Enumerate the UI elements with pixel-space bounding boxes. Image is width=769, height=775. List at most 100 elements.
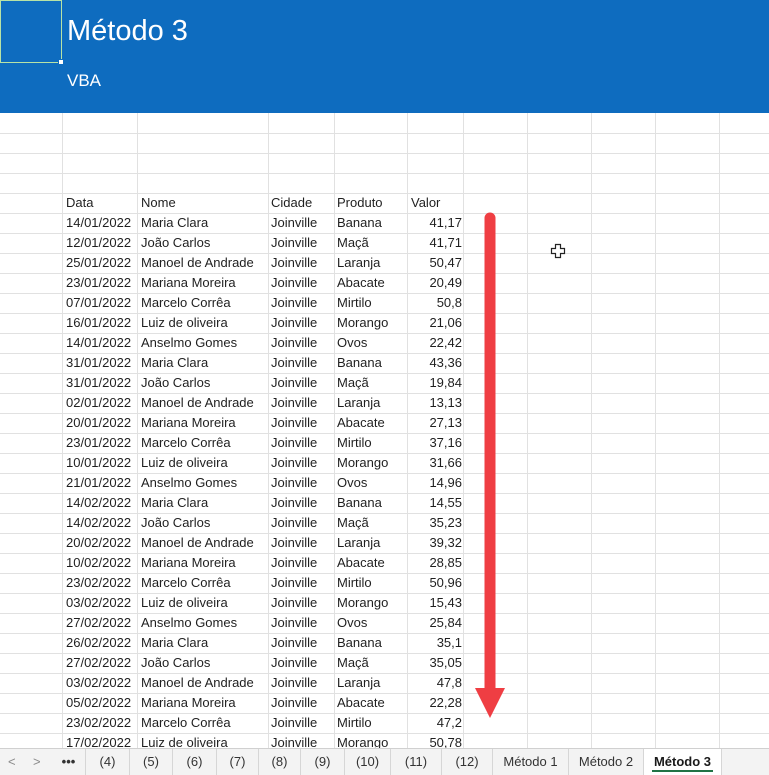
cell-name[interactable]: João Carlos: [141, 233, 268, 253]
cell-name[interactable]: João Carlos: [141, 653, 268, 673]
cell-name[interactable]: Luiz de oliveira: [141, 453, 268, 473]
header-date[interactable]: Data: [66, 193, 138, 213]
cell-date[interactable]: 20/01/2022: [66, 413, 138, 433]
cell-city[interactable]: Joinville: [271, 333, 334, 353]
cell-city[interactable]: Joinville: [271, 233, 334, 253]
sheet-tab[interactable]: (7): [217, 749, 259, 775]
cell-value[interactable]: 37,16: [407, 433, 462, 453]
cell-name[interactable]: João Carlos: [141, 373, 268, 393]
prev-sheet-icon[interactable]: <: [8, 754, 16, 769]
cell-date[interactable]: 23/02/2022: [66, 573, 138, 593]
cell-product[interactable]: Abacate: [337, 693, 407, 713]
cell-name[interactable]: Maria Clara: [141, 353, 268, 373]
cell-date[interactable]: 23/01/2022: [66, 273, 138, 293]
cell-value[interactable]: 50,47: [407, 253, 462, 273]
cell-city[interactable]: Joinville: [271, 573, 334, 593]
sheet-tab[interactable]: (12): [442, 749, 493, 775]
cell-product[interactable]: Banana: [337, 633, 407, 653]
cell-name[interactable]: Marcelo Corrêa: [141, 713, 268, 733]
cell-value[interactable]: 27,13: [407, 413, 462, 433]
cell-name[interactable]: Mariana Moreira: [141, 553, 268, 573]
sheet-tab[interactable]: Método 2: [569, 749, 644, 775]
cell-value[interactable]: 31,66: [407, 453, 462, 473]
cell-date[interactable]: 23/01/2022: [66, 433, 138, 453]
header-value[interactable]: Valor: [411, 193, 466, 213]
cell-date[interactable]: 14/01/2022: [66, 213, 138, 233]
cell-city[interactable]: Joinville: [271, 473, 334, 493]
cell-product[interactable]: Morango: [337, 313, 407, 333]
cell-name[interactable]: Manoel de Andrade: [141, 533, 268, 553]
cell-city[interactable]: Joinville: [271, 533, 334, 553]
cell-city[interactable]: Joinville: [271, 453, 334, 473]
cell-value[interactable]: 41,17: [407, 213, 462, 233]
cell-date[interactable]: 12/01/2022: [66, 233, 138, 253]
cell-city[interactable]: Joinville: [271, 693, 334, 713]
cell-name[interactable]: Luiz de oliveira: [141, 313, 268, 333]
cell-date[interactable]: 20/02/2022: [66, 533, 138, 553]
cell-name[interactable]: Luiz de oliveira: [141, 593, 268, 613]
cell-city[interactable]: Joinville: [271, 593, 334, 613]
next-sheet-icon[interactable]: >: [33, 754, 41, 769]
cell-city[interactable]: Joinville: [271, 713, 334, 733]
cell-value[interactable]: 50,8: [407, 293, 462, 313]
cell-product[interactable]: Maçã: [337, 373, 407, 393]
cell-name[interactable]: Mariana Moreira: [141, 273, 268, 293]
cell-name[interactable]: Maria Clara: [141, 633, 268, 653]
cell-value[interactable]: 22,28: [407, 693, 462, 713]
cell-name[interactable]: Maria Clara: [141, 493, 268, 513]
cell-city[interactable]: Joinville: [271, 653, 334, 673]
header-city[interactable]: Cidade: [271, 193, 334, 213]
cell-value[interactable]: 22,42: [407, 333, 462, 353]
fill-handle[interactable]: [58, 59, 64, 65]
cell-product[interactable]: Maçã: [337, 233, 407, 253]
cell-value[interactable]: 35,23: [407, 513, 462, 533]
cell-date[interactable]: 14/02/2022: [66, 493, 138, 513]
cell-name[interactable]: Manoel de Andrade: [141, 393, 268, 413]
cell-name[interactable]: Manoel de Andrade: [141, 673, 268, 693]
cell-product[interactable]: Mirtilo: [337, 713, 407, 733]
cell-value[interactable]: 47,2: [407, 713, 462, 733]
cell-product[interactable]: Banana: [337, 353, 407, 373]
cell-city[interactable]: Joinville: [271, 633, 334, 653]
cell-date[interactable]: 23/02/2022: [66, 713, 138, 733]
cell-value[interactable]: 41,71: [407, 233, 462, 253]
cell-product[interactable]: Banana: [337, 493, 407, 513]
sheet-tab[interactable]: (6): [173, 749, 217, 775]
cell-value[interactable]: 20,49: [407, 273, 462, 293]
sheet-tab[interactable]: (5): [130, 749, 173, 775]
cell-name[interactable]: Manoel de Andrade: [141, 253, 268, 273]
cell-date[interactable]: 27/02/2022: [66, 653, 138, 673]
cell-product[interactable]: Maçã: [337, 653, 407, 673]
cell-city[interactable]: Joinville: [271, 513, 334, 533]
cell-value[interactable]: 13,13: [407, 393, 462, 413]
cell-date[interactable]: 21/01/2022: [66, 473, 138, 493]
cell-product[interactable]: Mirtilo: [337, 573, 407, 593]
cell-date[interactable]: 03/02/2022: [66, 593, 138, 613]
cell-city[interactable]: Joinville: [271, 353, 334, 373]
sheet-tab[interactable]: (9): [301, 749, 345, 775]
header-name[interactable]: Nome: [141, 193, 268, 213]
cell-product[interactable]: Laranja: [337, 673, 407, 693]
cell-date[interactable]: 27/02/2022: [66, 613, 138, 633]
cell-product[interactable]: Maçã: [337, 513, 407, 533]
cell-city[interactable]: Joinville: [271, 493, 334, 513]
sheet-tab[interactable]: (10): [345, 749, 391, 775]
cell-product[interactable]: Laranja: [337, 533, 407, 553]
cell-date[interactable]: 25/01/2022: [66, 253, 138, 273]
cell-value[interactable]: 43,36: [407, 353, 462, 373]
cell-date[interactable]: 02/01/2022: [66, 393, 138, 413]
cell-city[interactable]: Joinville: [271, 373, 334, 393]
cell-value[interactable]: 35,1: [407, 633, 462, 653]
cell-value[interactable]: 14,96: [407, 473, 462, 493]
cell-city[interactable]: Joinville: [271, 433, 334, 453]
cell-product[interactable]: Laranja: [337, 393, 407, 413]
cell-value[interactable]: 47,8: [407, 673, 462, 693]
cell-product[interactable]: Morango: [337, 593, 407, 613]
cell-date[interactable]: 16/01/2022: [66, 313, 138, 333]
cell-city[interactable]: Joinville: [271, 293, 334, 313]
cell-date[interactable]: 10/01/2022: [66, 453, 138, 473]
sheet-tab[interactable]: (8): [259, 749, 301, 775]
cell-city[interactable]: Joinville: [271, 613, 334, 633]
cell-name[interactable]: Maria Clara: [141, 213, 268, 233]
cell-name[interactable]: Anselmo Gomes: [141, 473, 268, 493]
